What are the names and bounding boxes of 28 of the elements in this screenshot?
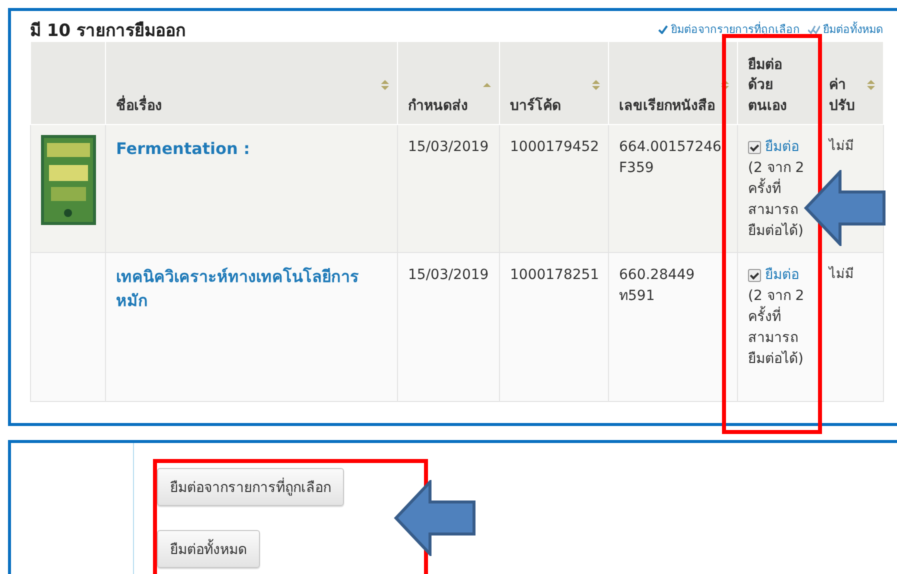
table-cell: 1000179452 — [500, 124, 608, 252]
renewal-note: (2 จาก 2 ครั้งที่สามารถยืมต่อได้) — [748, 287, 806, 369]
arrow-icon — [804, 170, 886, 246]
table-cell: 15/03/2019 — [398, 252, 500, 402]
table-cell: 664.00157246 F359 — [608, 124, 738, 252]
renew-link[interactable]: ยืมต่อ — [765, 137, 799, 158]
renew-button[interactable]: ยืมต่อทั้งหมด — [157, 530, 260, 568]
title-link[interactable]: Fermentation : — [116, 137, 389, 161]
checkbox[interactable] — [748, 269, 761, 282]
sort-icon[interactable] — [592, 80, 600, 90]
table-cell: 660.28449 ท591 — [608, 252, 738, 402]
double-check-icon — [808, 24, 820, 34]
sort-icon[interactable] — [381, 80, 389, 90]
arrow-icon — [394, 480, 476, 556]
table-cell: 1000178251 — [500, 252, 608, 402]
table-cell: 15/03/2019 — [398, 124, 500, 252]
action-link[interactable]: ยืมต่อทั้งหมด — [808, 20, 883, 38]
sort-icon[interactable] — [721, 80, 729, 90]
section-heading: มี 10 รายการยืมออก — [30, 20, 186, 42]
column-header: ยืมต่อด้วยตนเอง — [748, 56, 788, 116]
renew-link[interactable]: ยืมต่อ — [765, 265, 799, 286]
action-link[interactable]: ยิมต่อจากรายการที่ถูกเลือก — [658, 20, 800, 38]
sort-ascending-icon[interactable] — [483, 80, 491, 90]
sort-icon[interactable] — [867, 80, 875, 90]
checkbox[interactable] — [748, 141, 761, 154]
renew-button[interactable]: ยืมต่อจากรายการที่ถูกเลือก — [157, 468, 344, 506]
check-icon — [658, 24, 668, 34]
renewal-note: (2 จาก 2 ครั้งที่สามารถยืมต่อได้) — [748, 159, 806, 241]
